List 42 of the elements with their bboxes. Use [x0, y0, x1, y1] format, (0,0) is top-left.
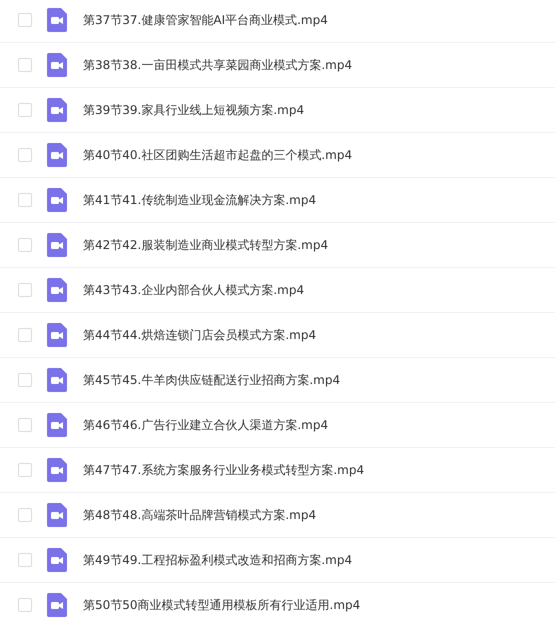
- file-name[interactable]: 第50节50商业模式转型通用模板所有行业适用.mp4: [83, 596, 360, 614]
- video-file-icon: [47, 503, 67, 527]
- checkbox[interactable]: [18, 508, 32, 522]
- video-file-icon: [47, 548, 67, 572]
- file-name[interactable]: 第49节49.工程招标盈利模式改造和招商方案.mp4: [83, 552, 352, 568]
- file-name[interactable]: 第45节45.牛羊肉供应链配送行业招商方案.mp4: [83, 372, 340, 388]
- video-file-icon: [47, 233, 67, 257]
- checkbox[interactable]: [18, 373, 32, 387]
- file-name[interactable]: 第37节37.健康管家智能AI平台商业模式.mp4: [83, 12, 328, 28]
- file-name[interactable]: 第38节38.一亩田模式共享菜园商业模式方案.mp4: [83, 56, 352, 74]
- checkbox[interactable]: [18, 193, 32, 207]
- file-name[interactable]: 第42节42.服装制造业商业模式转型方案.mp4: [83, 236, 328, 254]
- file-name[interactable]: 第47节47.系统方案服务行业业务模式转型方案.mp4: [83, 462, 364, 478]
- video-file-icon: [47, 458, 67, 482]
- checkbox[interactable]: [18, 103, 32, 117]
- file-name[interactable]: 第48节48.高端茶叶品牌营销模式方案.mp4: [83, 506, 316, 524]
- checkbox[interactable]: [18, 238, 32, 252]
- checkbox[interactable]: [18, 283, 32, 297]
- checkbox[interactable]: [18, 328, 32, 342]
- video-file-icon: [47, 368, 67, 392]
- video-file-icon: [47, 413, 67, 437]
- checkbox[interactable]: [18, 553, 32, 567]
- video-file-icon: [47, 593, 67, 617]
- file-name[interactable]: 第39节39.家具行业线上短视频方案.mp4: [83, 102, 304, 118]
- video-file-icon: [47, 53, 67, 77]
- video-file-icon: [47, 188, 67, 212]
- checkbox[interactable]: [18, 13, 32, 27]
- file-name[interactable]: 第46节46.广告行业建立合伙人渠道方案.mp4: [83, 416, 328, 434]
- checkbox[interactable]: [18, 58, 32, 72]
- checkbox[interactable]: [18, 463, 32, 477]
- checkbox[interactable]: [18, 148, 32, 162]
- video-file-icon: [47, 278, 67, 302]
- video-file-icon: [47, 98, 67, 122]
- video-file-icon: [47, 323, 67, 347]
- file-name[interactable]: 第43节43.企业内部合伙人模式方案.mp4: [83, 282, 304, 298]
- file-name[interactable]: 第41节41.传统制造业现金流解决方案.mp4: [83, 192, 316, 208]
- file-name[interactable]: 第40节40.社区团购生活超市起盘的三个模式.mp4: [83, 146, 352, 164]
- video-file-icon: [47, 143, 67, 167]
- file-name[interactable]: 第44节44.烘焙连锁门店会员模式方案.mp4: [83, 326, 316, 344]
- video-file-icon: [47, 8, 67, 32]
- checkbox[interactable]: [18, 418, 32, 432]
- checkbox[interactable]: [18, 598, 32, 612]
